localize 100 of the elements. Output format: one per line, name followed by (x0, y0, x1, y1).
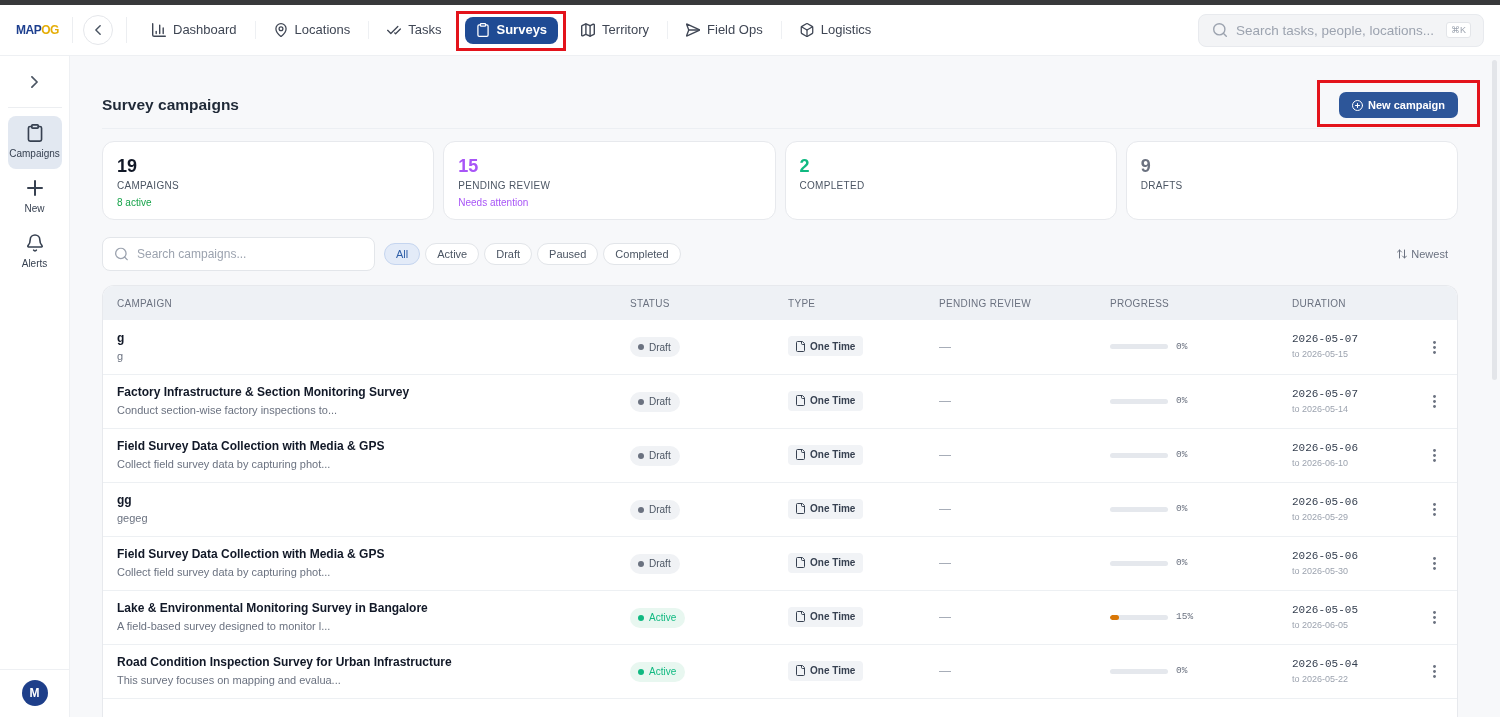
end-date: to 2026-05-29 (1292, 511, 1350, 523)
more-options-icon[interactable] (1433, 665, 1436, 679)
type-badge: One Time (788, 606, 864, 627)
type-badge: One Time (788, 660, 864, 681)
user-avatar[interactable]: M (21, 680, 48, 706)
chevron-right-icon (31, 76, 38, 88)
start-date: 2026-05-07 (1292, 333, 1359, 347)
pending-review-value: — (939, 610, 951, 625)
filter-chip[interactable]: Completed (603, 243, 681, 265)
status-dot-icon (638, 452, 644, 459)
pending-review-value: — (939, 448, 951, 463)
nav-tab[interactable]: Tasks (376, 16, 453, 44)
pending-review-value: — (939, 664, 951, 679)
page-title: Survey campaigns (102, 95, 239, 115)
status-dot-icon (638, 614, 644, 621)
progress-percent: 0% (1176, 393, 1188, 408)
campaign-title: g (117, 330, 126, 346)
stat-label: PENDING REVIEW (458, 179, 552, 192)
campaign-description: Collect field survey data by capturing phot... (117, 565, 332, 579)
stat-note: Needs attention (458, 196, 530, 209)
document-icon (796, 340, 805, 352)
chevron-left-icon (95, 25, 101, 35)
type-badge: One Time (788, 552, 864, 573)
progress-percent: 15% (1176, 609, 1194, 624)
stat-note: 8 active (117, 196, 153, 209)
filter-chip[interactable]: Active (425, 243, 480, 265)
nav-tab[interactable]: Dashboard (141, 16, 248, 44)
nav-tab[interactable]: Field Ops (675, 16, 774, 44)
start-date: 2026-05-05 (1292, 603, 1359, 617)
stat-value: 15 (458, 155, 480, 177)
search-icon (115, 247, 128, 261)
bar-chart-icon (152, 23, 166, 37)
type-badge: One Time (788, 444, 864, 465)
progress-percent: 0% (1176, 339, 1188, 354)
campaign-title: Factory Infrastructure & Section Monitoring Survey (117, 385, 411, 400)
nav-tab[interactable]: Surveys (464, 16, 559, 44)
stat-label: CAMPAIGNS (117, 179, 180, 192)
column-header: PROGRESS (1096, 286, 1278, 320)
campaign-title: Road Condition Inspection Survey for Urban Infrastructure (117, 655, 453, 670)
sort-button[interactable]: Newest (1397, 245, 1448, 263)
more-options-icon[interactable] (1433, 341, 1436, 355)
start-date: 2026-05-06 (1292, 441, 1359, 455)
stat-value: 19 (117, 155, 139, 177)
nav-tab[interactable]: Territory (570, 16, 661, 44)
progress-percent: 0% (1176, 447, 1188, 462)
pending-review-value: — (939, 502, 951, 517)
campaign-title: Field Survey Data Collection with Media & GPS (117, 439, 386, 454)
map-pin-icon (273, 23, 288, 37)
column-header: CAMPAIGN (103, 286, 616, 320)
status-badge: Draft (630, 445, 680, 466)
type-badge: One Time (788, 336, 864, 357)
more-options-icon[interactable] (1433, 611, 1436, 625)
end-date: to 2026-05-15 (1292, 349, 1350, 361)
sidebar-item[interactable]: Alerts (7, 226, 62, 279)
more-options-icon[interactable] (1433, 395, 1436, 409)
progress-percent: 0% (1176, 501, 1188, 516)
start-date: 2026-05-07 (1292, 387, 1359, 401)
column-header: TYPE (774, 286, 925, 320)
status-dot-icon (638, 560, 644, 567)
status-badge: Active (630, 607, 686, 628)
stat-label: DRAFTS (1140, 179, 1184, 192)
document-icon (796, 395, 805, 406)
sort-arrows-icon (1397, 249, 1408, 259)
more-options-icon[interactable] (1433, 449, 1436, 463)
paper-plane-icon (686, 23, 701, 37)
sidebar-item[interactable]: New (7, 171, 62, 224)
document-icon (796, 503, 805, 514)
back-button[interactable] (83, 15, 113, 45)
cube-icon (799, 23, 814, 37)
status-dot-icon (638, 344, 644, 351)
more-options-icon[interactable] (1433, 503, 1436, 517)
nav-tab[interactable]: Locations (262, 16, 362, 44)
campaign-title: Lake & Environmental Monitoring Survey in Bangalore (117, 601, 429, 616)
start-date: 2026-05-06 (1292, 549, 1359, 563)
more-options-icon[interactable] (1433, 557, 1436, 571)
document-icon (796, 665, 805, 676)
folded-map-icon (581, 23, 596, 37)
filter-chip[interactable]: All (384, 243, 421, 265)
search-icon (1213, 23, 1227, 37)
campaign-description: This survey focuses on mapping and evalua... (117, 673, 342, 687)
status-dot-icon (638, 668, 644, 675)
clipboard-icon (475, 23, 490, 37)
shortcut-hint: ⌘K (1446, 22, 1471, 38)
sidebar-item[interactable]: Campaigns (7, 116, 62, 169)
new-campaign-button[interactable]: New campaign (1338, 92, 1458, 118)
stat-label: COMPLETED (799, 179, 866, 192)
status-badge: Draft (630, 391, 680, 412)
start-date: 2026-05-06 (1292, 495, 1359, 509)
filter-chip[interactable]: Draft (484, 243, 533, 265)
campaign-description: A field-based survey designed to monitor l... (117, 619, 332, 633)
bell-icon (26, 234, 43, 252)
type-badge: One Time (788, 390, 864, 411)
column-header: PENDING REVIEW (925, 286, 1096, 320)
campaign-description: Collect field survey data by capturing phot... (117, 457, 332, 471)
filter-chip[interactable]: Paused (537, 243, 599, 265)
progress-percent: 0% (1176, 663, 1188, 678)
end-date: to 2026-05-14 (1292, 403, 1350, 415)
campaign-search-field[interactable]: Search campaigns... (102, 237, 375, 271)
column-header: STATUS (616, 286, 774, 320)
nav-tab[interactable]: Logistics (788, 16, 883, 44)
